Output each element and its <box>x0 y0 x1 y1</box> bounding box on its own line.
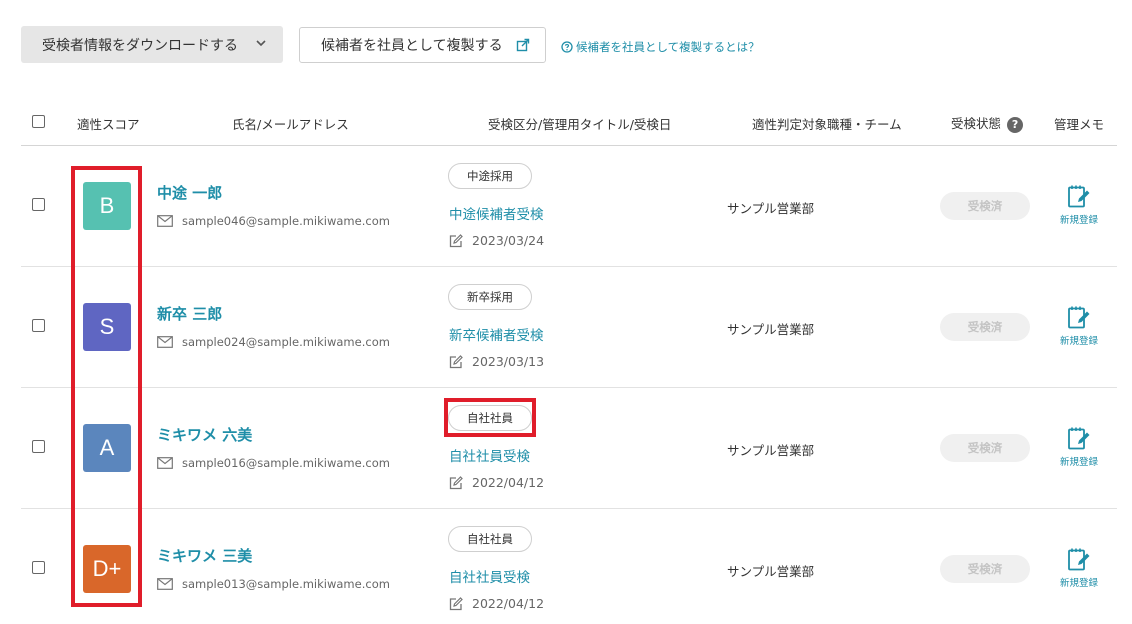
exam-title-link[interactable]: 新卒候補者受検 <box>449 324 544 344</box>
edit-icon <box>449 475 463 489</box>
duplicate-help-link[interactable]: 候補者を社員として複製するとは？ <box>561 39 760 55</box>
exam-date-text: 2023/03/24 <box>472 233 545 248</box>
new-memo-button[interactable]: 新規登録 <box>1057 184 1101 226</box>
exam-category-tag: 新卒採用 <box>448 284 532 310</box>
candidate-name-link[interactable]: ミキワメ 三美 <box>157 545 252 566</box>
exam-category-tag: 自社社員 <box>448 526 532 552</box>
score-column-highlight <box>71 166 142 607</box>
mail-icon <box>157 336 173 348</box>
table-header: 適性スコア 氏名/メールアドレス 受検区分/管理用タイトル/受検日 適性判定対象… <box>21 100 1117 146</box>
header-team: 適性判定対象職種・チーム <box>752 117 902 132</box>
candidate-name-link[interactable]: ミキワメ 六美 <box>157 424 252 445</box>
edit-icon <box>449 233 463 247</box>
header-memo: 管理メモ <box>1054 117 1105 132</box>
status-badge: 受検済 <box>940 555 1030 583</box>
status-help-icon[interactable]: ? <box>1007 116 1024 133</box>
candidate-name-link[interactable]: 中途 一郎 <box>157 182 222 203</box>
new-memo-label: 新規登録 <box>1059 336 1098 347</box>
download-examinee-info-button[interactable]: 受検者情報をダウンロードする <box>21 26 283 63</box>
row-checkbox[interactable] <box>32 561 45 574</box>
exam-title-link[interactable]: 中途候補者受検 <box>449 203 544 223</box>
header-name: 氏名/メールアドレス <box>232 117 349 132</box>
exam-date-text: 2022/04/12 <box>472 596 545 611</box>
header-status-label: 受検状態 <box>951 116 1002 131</box>
row-checkbox[interactable] <box>32 198 45 211</box>
exam-date: 2023/03/13 <box>449 354 544 369</box>
category-tag-highlight <box>444 398 536 437</box>
edit-icon <box>449 596 463 610</box>
team-name: サンプル営業部 <box>727 201 815 216</box>
table-row: S 新卒 三郎 sample024@sample.mikiwame.com 新卒… <box>21 267 1117 388</box>
row-checkbox[interactable] <box>32 319 45 332</box>
email-text: sample016@sample.mikiwame.com <box>182 456 390 470</box>
row-checkbox[interactable] <box>32 440 45 453</box>
mail-icon <box>157 215 173 227</box>
external-link-icon <box>516 38 530 52</box>
status-badge: 受検済 <box>940 313 1030 341</box>
exam-date-text: 2022/04/12 <box>472 475 545 490</box>
chevron-down-icon <box>256 40 266 47</box>
exam-date: 2022/04/12 <box>449 475 544 490</box>
header-exam: 受検区分/管理用タイトル/受検日 <box>488 117 672 132</box>
email-text: sample046@sample.mikiwame.com <box>182 214 390 228</box>
team-name: サンプル営業部 <box>727 443 815 458</box>
email: sample024@sample.mikiwame.com <box>157 335 390 349</box>
memo-edit-icon <box>1068 427 1090 450</box>
duplicate-button-label: 候補者を社員として複製する <box>321 38 503 54</box>
new-memo-button[interactable]: 新規登録 <box>1057 305 1101 347</box>
candidate-name-link[interactable]: 新卒 三郎 <box>157 303 222 324</box>
mail-icon <box>157 578 173 590</box>
memo-edit-icon <box>1068 306 1090 329</box>
exam-date-text: 2023/03/13 <box>472 354 545 369</box>
download-button-label: 受検者情報をダウンロードする <box>42 37 238 54</box>
status-badge: 受検済 <box>940 434 1030 462</box>
help-link-label: 候補者を社員として複製するとは？ <box>576 40 760 54</box>
new-memo-label: 新規登録 <box>1059 578 1098 589</box>
new-memo-button[interactable]: 新規登録 <box>1057 426 1101 468</box>
question-circle-icon <box>561 41 573 53</box>
email-text: sample013@sample.mikiwame.com <box>182 577 390 591</box>
team-name: サンプル営業部 <box>727 564 815 579</box>
table-row: A ミキワメ 六美 sample016@sample.mikiwame.com … <box>21 388 1117 509</box>
new-memo-label: 新規登録 <box>1059 457 1098 468</box>
memo-edit-icon <box>1068 185 1090 208</box>
email: sample013@sample.mikiwame.com <box>157 577 390 591</box>
status-badge: 受検済 <box>940 192 1030 220</box>
duplicate-as-employee-button[interactable]: 候補者を社員として複製する <box>299 27 546 63</box>
new-memo-label: 新規登録 <box>1059 215 1098 226</box>
email: sample016@sample.mikiwame.com <box>157 456 390 470</box>
table-row: B 中途 一郎 sample046@sample.mikiwame.com 中途… <box>21 146 1117 267</box>
header-score: 適性スコア <box>77 117 140 132</box>
table-row: D+ ミキワメ 三美 sample013@sample.mikiwame.com… <box>21 509 1117 624</box>
mail-icon <box>157 457 173 469</box>
header-status: 受検状態? <box>951 113 1024 133</box>
exam-category-tag: 中途採用 <box>448 163 532 189</box>
exam-title-link[interactable]: 自社社員受検 <box>449 445 530 465</box>
edit-icon <box>449 354 463 368</box>
exam-date: 2022/04/12 <box>449 596 544 611</box>
email: sample046@sample.mikiwame.com <box>157 214 390 228</box>
exam-title-link[interactable]: 自社社員受検 <box>449 566 530 586</box>
select-all-checkbox[interactable] <box>32 115 45 128</box>
team-name: サンプル営業部 <box>727 322 815 337</box>
memo-edit-icon <box>1068 548 1090 571</box>
new-memo-button[interactable]: 新規登録 <box>1057 547 1101 589</box>
exam-date: 2023/03/24 <box>449 233 544 248</box>
email-text: sample024@sample.mikiwame.com <box>182 335 390 349</box>
